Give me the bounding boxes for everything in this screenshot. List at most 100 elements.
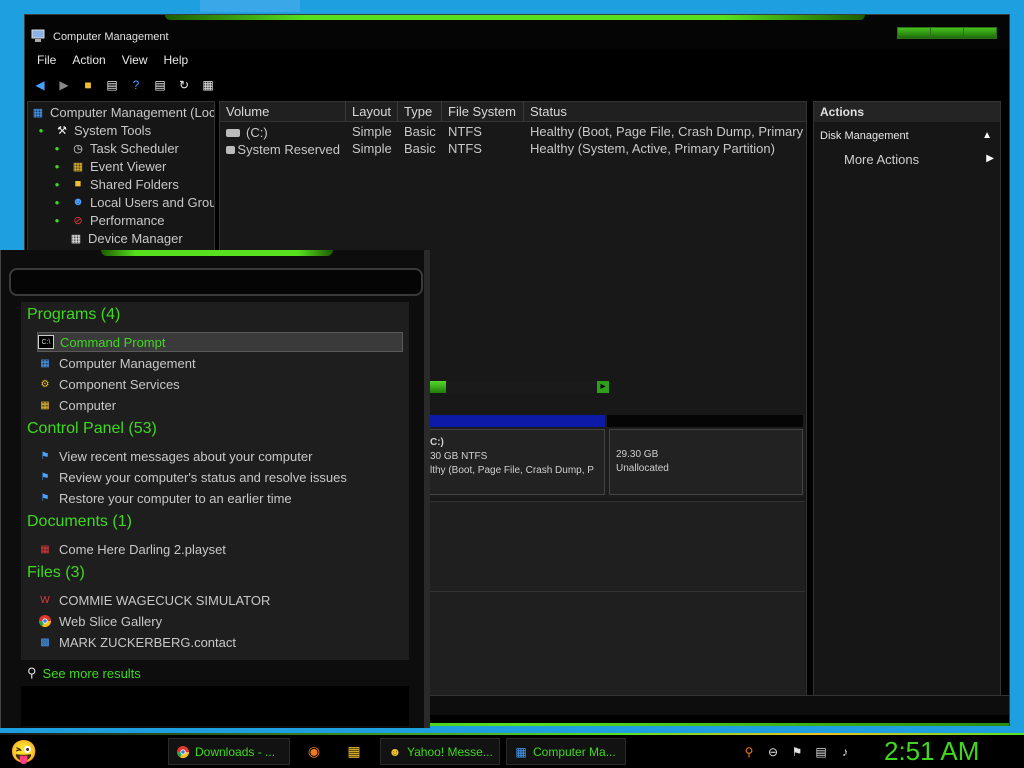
result-web-slice-gallery[interactable]: Web Slice Gallery [37,611,403,631]
results-group-control-panel[interactable]: Control Panel (53) [27,420,157,438]
tree-item-shared-folders[interactable]: ● ■ Shared Folders [52,176,179,192]
refresh-icon[interactable]: ↻ [175,76,193,94]
menu-view[interactable]: View [116,51,154,71]
taskbar-button-yahoo[interactable]: ☻ Yahoo! Messe... [380,738,500,765]
result-command-prompt[interactable]: C:\ Command Prompt [37,332,403,352]
title-bar[interactable]: Computer Management [25,15,1009,49]
result-label: Computer [59,397,117,413]
properties-icon[interactable]: ▤ [151,76,169,94]
event-viewer-icon: ▦ [72,160,84,173]
export-list-icon[interactable]: ▦ [199,76,217,94]
tree-item-label: Performance [90,212,165,228]
back-arrow-icon[interactable]: ◀ [31,76,49,94]
status-cell: Healthy (Boot, Page File, Crash Dump, Pr… [530,124,804,139]
tree-item-task-scheduler[interactable]: ● ◷ Task Scheduler [52,140,179,156]
start-menu-bottom [21,686,409,726]
result-component-services[interactable]: ⚙ Component Services [37,374,403,394]
partition-box-c[interactable]: C:) 30 GB NTFS lthy (Boot, Page File, Cr… [425,429,605,495]
expand-bullet-icon[interactable]: ● [36,126,46,135]
column-header-file-system[interactable]: File System [442,102,524,121]
help-icon[interactable]: ? [127,76,145,94]
actions-section-disk-management[interactable]: Disk Management ▲ [814,128,1000,146]
computer-management-icon [31,29,45,42]
partition-status: lthy (Boot, Page File, Crash Dump, P [430,465,594,476]
tree-item-performance[interactable]: ● ⊘ Performance [52,212,165,228]
type-cell: Basic [404,141,436,156]
volume-icon[interactable]: ♪ [836,743,854,761]
forward-arrow-icon[interactable]: ▶ [55,76,73,94]
tree-item-label: Event Viewer [90,158,167,174]
tree-item-label: Local Users and Grou [90,194,215,210]
taskbar-button-computer-management[interactable]: ▦ Computer Ma... [506,738,626,765]
result-label: MARK ZUCKERBERG.contact [59,634,236,650]
start-search-input[interactable] [9,268,423,296]
result-computer[interactable]: ▦ Computer [37,395,403,415]
menu-action[interactable]: Action [66,51,111,71]
tree-bullet-icon: ● [54,179,60,189]
minimize-button[interactable] [898,28,931,38]
tree-item-device-manager[interactable]: ▦ Device Manager [68,230,183,246]
menu-file[interactable]: File [31,51,62,71]
playset-file-icon: ▦ [40,543,50,555]
taskbar-clock[interactable]: 2:51 AM [884,735,979,768]
table-row[interactable]: (C:) Simple Basic NTFS Healthy (Boot, Pa… [220,124,806,141]
menu-help[interactable]: Help [158,51,195,71]
tree-item-system-tools[interactable]: ● ⚒ System Tools [36,122,152,138]
start-orb-icon[interactable]: 😜 [8,737,40,767]
taskbar-firefox-icon[interactable]: ◉ [300,738,328,765]
layout-cell: Simple [352,124,392,139]
result-label: Component Services [59,376,180,392]
result-label: Web Slice Gallery [59,613,163,629]
console-tree-icon[interactable]: ▤ [103,76,121,94]
tree-item-label: Shared Folders [90,176,179,192]
tree-item-event-viewer[interactable]: ● ▦ Event Viewer [52,158,167,174]
minus-circle-icon[interactable]: ⊖ [764,743,782,761]
result-playset-document[interactable]: ▦ Come Here Darling 2.playset [37,539,403,559]
shared-folder-icon: ■ [74,178,82,190]
taskbar-button-downloads[interactable]: Downloads - ... [168,738,290,765]
partition-box-unallocated[interactable]: 29.30 GB Unallocated [609,429,803,495]
column-header-volume[interactable]: Volume [220,102,346,121]
magnifier-icon: ⚲ [27,665,37,680]
type-cell: Basic [404,124,436,139]
column-header-type[interactable]: Type [398,102,442,121]
taskbar: 😜 Downloads - ... ◉ ▦ ☻ Yahoo! Messe... … [0,733,1024,768]
maximize-button[interactable] [931,28,964,38]
column-header-layout[interactable]: Layout [346,102,398,121]
partition-bar-c [425,415,605,427]
clock-icon: ◷ [73,142,83,155]
result-restore[interactable]: ⚑ Restore your computer to an earlier ti… [37,488,403,508]
result-commie-simulator[interactable]: W COMMIE WAGECUCK SIMULATOR [37,590,403,610]
collapse-up-icon[interactable]: ▲ [982,130,992,141]
computer-icon: ▦ [32,106,44,119]
actions-section-label: Disk Management [820,130,909,142]
result-view-messages[interactable]: ⚑ View recent messages about your comput… [37,446,403,466]
see-more-results-link[interactable]: ⚲ See more results [21,662,409,684]
results-group-documents[interactable]: Documents (1) [27,513,132,531]
unallocated-label: Unallocated [616,463,669,474]
table-row[interactable]: System Reserved Simple Basic NTFS Health… [220,141,806,158]
result-contact-file[interactable]: ▩ MARK ZUCKERBERG.contact [37,632,403,652]
more-actions-item[interactable]: More Actions ▶ [844,152,994,167]
search-icon[interactable]: ⚲ [740,743,758,761]
tree-bullet-icon: ● [54,143,60,153]
result-computer-management[interactable]: ▦ Computer Management [37,353,403,373]
tree-bullet-icon: ● [54,197,60,207]
result-review-status[interactable]: ⚑ Review your computer's status and reso… [37,467,403,487]
tree-item-computer-management[interactable]: ▦ Computer Management (Loc [30,104,214,120]
network-icon[interactable]: ▤ [812,743,830,761]
file-system-cell: NTFS [448,124,482,139]
close-button[interactable] [964,28,996,38]
folder-icon[interactable]: ■ [79,76,97,94]
scroll-right-icon[interactable]: ▸ [597,381,609,393]
taskbar-explorer-icon[interactable]: ▦ [340,738,368,765]
result-label: Command Prompt [60,334,166,350]
taskbar-label: Yahoo! Messe... [407,744,493,759]
results-group-files[interactable]: Files (3) [27,564,85,582]
volume-cell: (C:) [220,124,346,141]
results-group-programs[interactable]: Programs (4) [27,306,120,324]
disk-lower-area [425,501,805,701]
tree-item-local-users[interactable]: ● ☻ Local Users and Grou [52,194,215,210]
column-header-status[interactable]: Status [524,102,806,121]
action-center-flag-icon[interactable]: ⚑ [788,743,806,761]
